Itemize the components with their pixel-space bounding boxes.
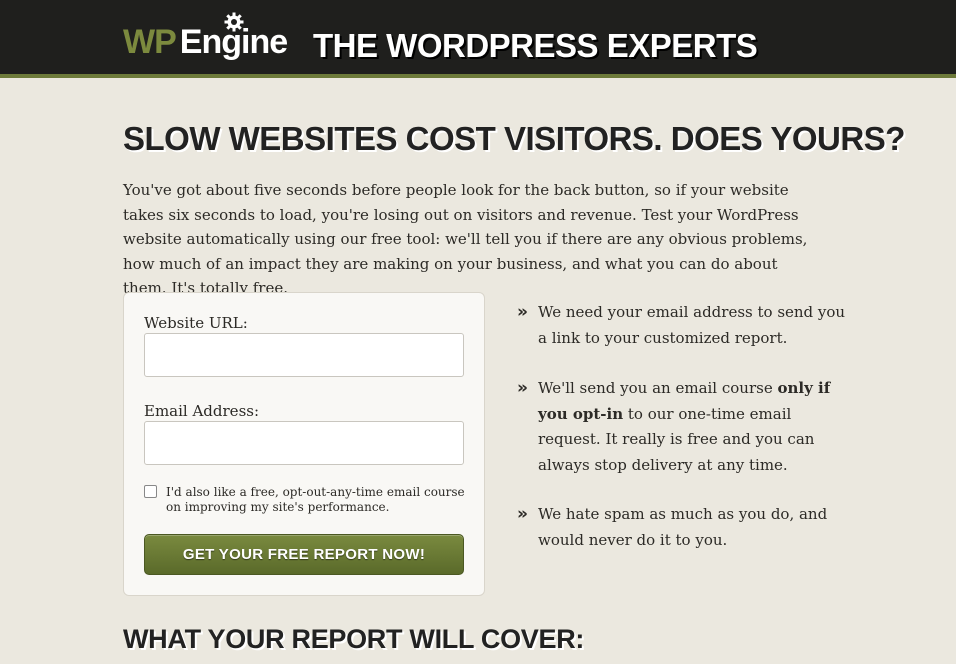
bullet-chevron-icon: » <box>517 378 528 398</box>
note-no-spam: » We hate spam as much as you do, and wo… <box>517 502 847 553</box>
email-label: Email Address: <box>144 402 260 420</box>
bullet-chevron-icon: » <box>517 302 528 322</box>
page-headline: SLOW WEBSITES COST VISITORS. DOES YOURS? <box>123 120 905 157</box>
wp-engine-logo[interactable]: WP Engine <box>123 22 288 62</box>
email-address-input[interactable] <box>144 421 464 465</box>
bullet-chevron-icon: » <box>517 504 528 524</box>
note-text: We need your email address to send you a… <box>538 303 846 347</box>
report-form: Website URL: Email Address: I'd also lik… <box>123 292 485 596</box>
note-text-part: We'll send you an email course <box>538 379 778 397</box>
email-course-label[interactable]: I'd also like a free, opt-out-any-time e… <box>166 485 466 515</box>
note-email-purpose: » We need your email address to send you… <box>517 300 847 351</box>
website-url-input[interactable] <box>144 333 464 377</box>
note-text: We'll send you an email course only if y… <box>538 376 847 478</box>
note-email-course: » We'll send you an email course only if… <box>517 376 847 478</box>
intro-paragraph: You've got about five seconds before peo… <box>123 181 808 297</box>
report-coverage-heading: WHAT YOUR REPORT WILL COVER: <box>123 624 585 654</box>
note-text: We hate spam as much as you do, and woul… <box>538 505 828 549</box>
get-report-button[interactable]: GET YOUR FREE REPORT NOW! <box>144 534 464 575</box>
email-course-checkbox[interactable] <box>144 485 157 498</box>
gear-icon <box>224 12 244 32</box>
logo-wp-text: WP <box>123 23 177 61</box>
site-header: WP Engine THE WORDPRESS EXPERTS <box>0 0 956 78</box>
header-tagline: THE WORDPRESS EXPERTS <box>313 27 758 64</box>
url-label: Website URL: <box>144 314 248 332</box>
